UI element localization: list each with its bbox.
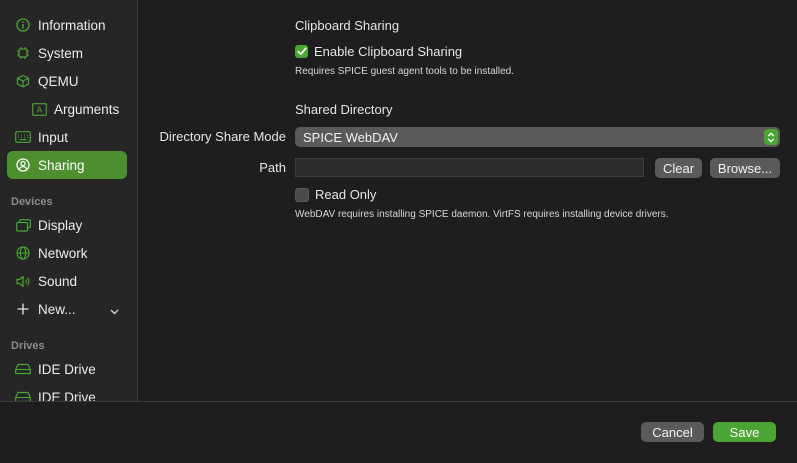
- sidebar-item-label: Sound: [38, 273, 78, 289]
- share-mode-select[interactable]: SPICE WebDAV: [295, 127, 780, 147]
- chevron-down-icon: [110, 303, 119, 318]
- save-button[interactable]: Save: [713, 422, 776, 442]
- share-mode-value: SPICE WebDAV: [303, 129, 398, 145]
- person-circle-icon: [15, 157, 31, 173]
- chip-icon: [15, 45, 31, 61]
- keyboard-icon: [15, 129, 31, 145]
- shared-directory-note: WebDAV requires installing SPICE daemon.…: [295, 209, 669, 220]
- sidebar: Information System QEMU A Arguments Inpu…: [0, 0, 138, 401]
- read-only-checkbox[interactable]: Read Only: [295, 187, 376, 202]
- enable-clipboard-checkbox[interactable]: Enable Clipboard Sharing: [295, 44, 462, 59]
- checkmark-icon: [295, 45, 308, 58]
- svg-text:A: A: [36, 105, 42, 114]
- browse-button[interactable]: Browse...: [710, 158, 780, 178]
- cancel-button[interactable]: Cancel: [641, 422, 704, 442]
- sidebar-item-label: Network: [38, 245, 88, 261]
- plus-icon: [15, 301, 31, 317]
- sidebar-item-label: IDE Drive: [38, 361, 96, 377]
- shared-directory-section-title: Shared Directory: [295, 102, 393, 117]
- updown-chevron-icon: [764, 129, 778, 145]
- clear-button[interactable]: Clear: [655, 158, 702, 178]
- sidebar-item-ide-drive[interactable]: IDE Drive: [7, 355, 127, 383]
- path-field[interactable]: [295, 158, 644, 177]
- sidebar-item-label: Input: [38, 129, 69, 145]
- sidebar-item-label: Sharing: [38, 157, 85, 173]
- devices-section-header: Devices: [11, 196, 53, 208]
- arguments-icon: A: [31, 101, 47, 117]
- drive-icon: [15, 389, 31, 401]
- sidebar-item-information[interactable]: Information: [7, 11, 127, 39]
- drive-icon: [15, 361, 31, 377]
- sidebar-item-system[interactable]: System: [7, 39, 127, 67]
- sidebar-item-label: Display: [38, 217, 83, 233]
- clipboard-section-title: Clipboard Sharing: [295, 18, 400, 33]
- share-mode-label: Directory Share Mode: [159, 129, 286, 144]
- path-label: Path: [259, 160, 286, 175]
- sidebar-item-label: IDE Drive: [38, 389, 96, 402]
- sidebar-item-input[interactable]: Input: [7, 123, 127, 151]
- sidebar-item-sharing[interactable]: Sharing: [7, 151, 127, 179]
- display-icon: [15, 217, 31, 233]
- sidebar-item-sound[interactable]: Sound: [7, 267, 127, 295]
- checkbox-label: Enable Clipboard Sharing: [314, 44, 463, 59]
- sidebar-item-network[interactable]: Network: [7, 239, 127, 267]
- speaker-icon: [15, 273, 31, 289]
- sidebar-item-label: Arguments: [54, 101, 120, 117]
- sidebar-item-label: QEMU: [38, 73, 79, 89]
- globe-icon: [15, 245, 31, 261]
- sidebar-item-arguments[interactable]: A Arguments: [7, 95, 127, 123]
- cube-icon: [15, 73, 31, 89]
- sidebar-item-qemu[interactable]: QEMU: [7, 67, 127, 95]
- sidebar-item-label: Information: [38, 17, 106, 33]
- clipboard-note: Requires SPICE guest agent tools to be i…: [295, 66, 515, 77]
- sidebar-item-display[interactable]: Display: [7, 211, 127, 239]
- checkbox-label: Read Only: [315, 187, 377, 202]
- new-device-menu[interactable]: New...: [7, 295, 127, 323]
- drives-section-header: Drives: [11, 340, 45, 352]
- sidebar-item-label: New...: [38, 301, 76, 317]
- sidebar-item-ide-drive[interactable]: IDE Drive: [7, 383, 127, 401]
- checkbox-box: [295, 187, 309, 202]
- info-icon: [15, 17, 31, 33]
- sidebar-item-label: System: [38, 45, 84, 61]
